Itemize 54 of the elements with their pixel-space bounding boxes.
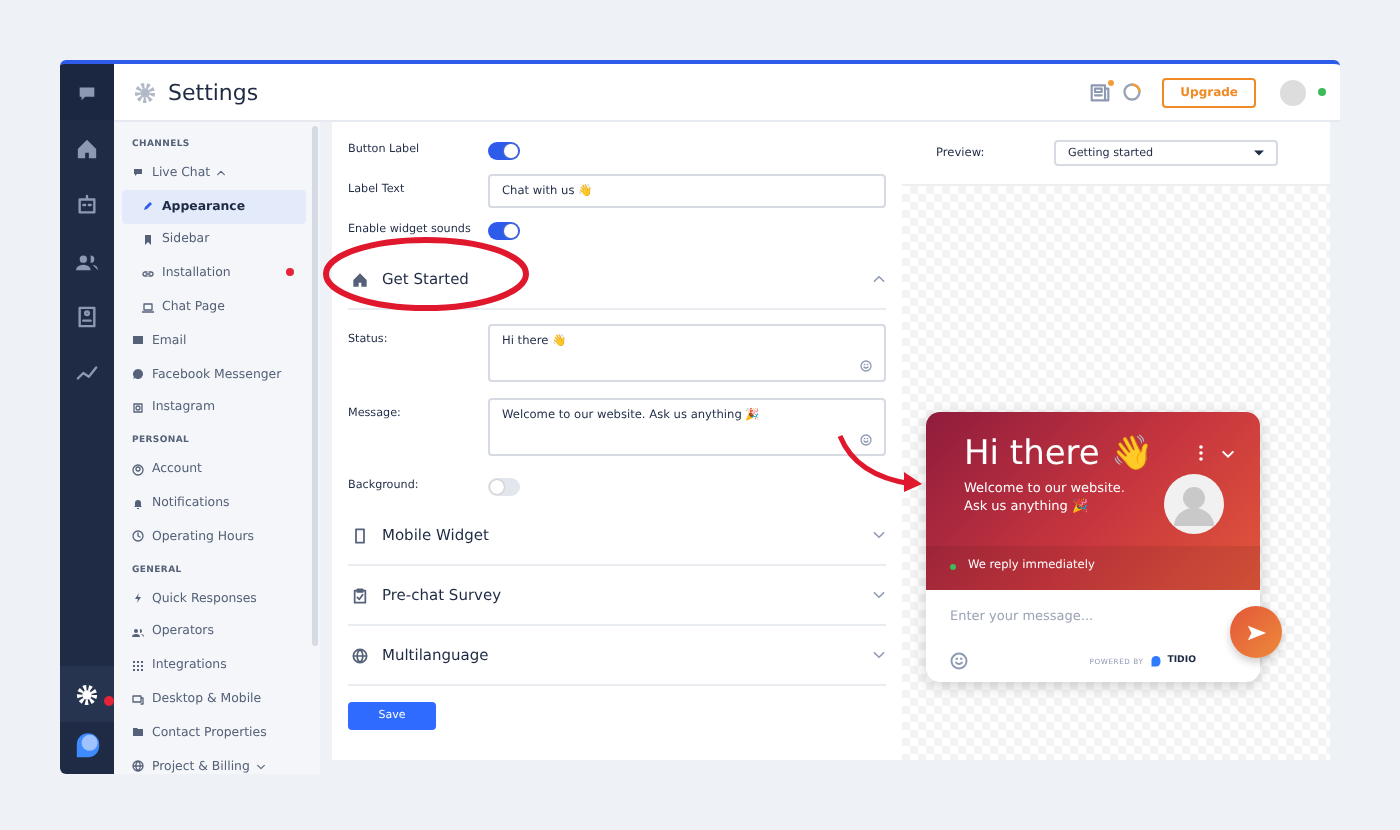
robot-icon [76,193,98,215]
chevron-down-icon[interactable] [1220,445,1236,461]
camera-icon [132,401,144,414]
globe-icon [352,647,368,663]
messenger-icon [132,368,144,381]
address-book-icon [76,305,98,327]
settings-button[interactable] [60,666,114,722]
toggle-switch[interactable] [488,221,520,239]
chart-line-icon [76,361,98,383]
grid-icon [132,659,144,672]
settings-icon [76,683,98,705]
chevron-up-icon [216,167,227,178]
chat-bubble-icon [132,166,144,179]
home-icon [76,137,98,159]
folder-icon [132,726,144,739]
envelope-icon [132,334,144,347]
pencil-icon [142,200,154,213]
send-button[interactable] [1230,606,1282,658]
newspaper-icon [1090,82,1111,102]
smiley-icon [860,434,872,446]
link-icon [142,267,154,280]
home-icon [352,271,368,287]
smiley-icon [860,360,872,372]
more-options-icon[interactable] [1198,444,1204,462]
bookmark-icon [142,233,154,246]
send-icon [1245,621,1267,643]
laptop-icon [142,301,154,314]
toggle-switch[interactable] [488,477,520,495]
brand-logo-icon [1149,655,1162,667]
globe-icon [132,760,144,773]
chevron-down-icon [872,588,886,602]
bell-icon [132,497,144,510]
chevron-down-icon [255,761,266,772]
annotation-arrow [837,434,922,492]
phone-icon [352,527,368,543]
chevron-up-icon [872,272,886,286]
smiley-icon [950,652,968,670]
avatar-icon [1164,474,1224,534]
toggle-switch[interactable] [488,141,520,159]
chevron-down-icon [872,528,886,542]
clock-icon [132,530,144,543]
devices-icon [132,693,144,706]
loading-icon [1122,82,1143,102]
clipboard-icon [352,587,368,603]
logo-icon [71,730,103,762]
widget-title: Hi there 👋 [964,432,1155,474]
page-title: Settings [168,79,259,105]
online-dot [950,563,956,569]
settings-icon [134,81,156,103]
dropdown-arrow-icon [1254,150,1264,156]
bolt-icon [132,592,144,605]
user-icon [132,463,144,476]
users-icon [132,625,144,638]
chevron-down-icon [872,648,886,662]
